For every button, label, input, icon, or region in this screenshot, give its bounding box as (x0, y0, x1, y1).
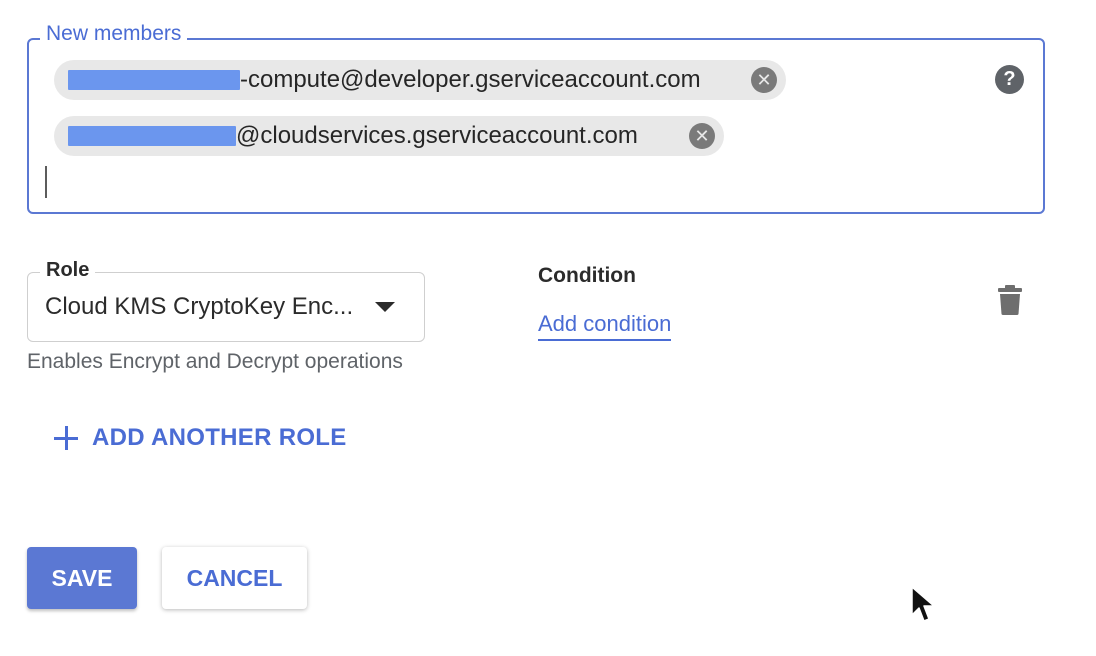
mouse-cursor-icon (911, 586, 935, 622)
redacted-account-id (68, 126, 236, 146)
text-caret (45, 166, 47, 198)
condition-label: Condition (538, 264, 636, 287)
role-label: Role (40, 256, 96, 284)
member-chip-label: @cloudservices.gserviceaccount.com (236, 122, 638, 149)
add-another-role-label: ADD ANOTHER ROLE (92, 424, 347, 451)
save-button[interactable]: SAVE (27, 547, 137, 609)
add-another-role-button[interactable]: ADD ANOTHER ROLE (54, 424, 347, 452)
trash-icon[interactable] (997, 284, 1023, 316)
new-members-label: New members (40, 20, 188, 48)
arrow-drop-down-icon[interactable] (375, 302, 395, 312)
member-chip[interactable]: @cloudservices.gserviceaccount.com ✕ (54, 116, 724, 156)
close-circle-icon[interactable]: ✕ (689, 123, 715, 149)
plus-icon (54, 426, 78, 450)
redacted-account-id (68, 70, 240, 90)
member-chip[interactable]: -compute@developer.gserviceaccount.com ✕ (54, 60, 786, 100)
add-condition-link[interactable]: Add condition (538, 310, 672, 341)
role-selected-value[interactable]: Cloud KMS CryptoKey Enc... (45, 292, 365, 322)
cancel-button[interactable]: CANCEL (162, 547, 307, 609)
close-circle-icon[interactable]: ✕ (751, 67, 777, 93)
role-helper-text: Enables Encrypt and Decrypt operations (27, 350, 403, 373)
help-circle-icon[interactable]: ? (995, 65, 1024, 94)
member-chip-label: -compute@developer.gserviceaccount.com (240, 66, 701, 93)
